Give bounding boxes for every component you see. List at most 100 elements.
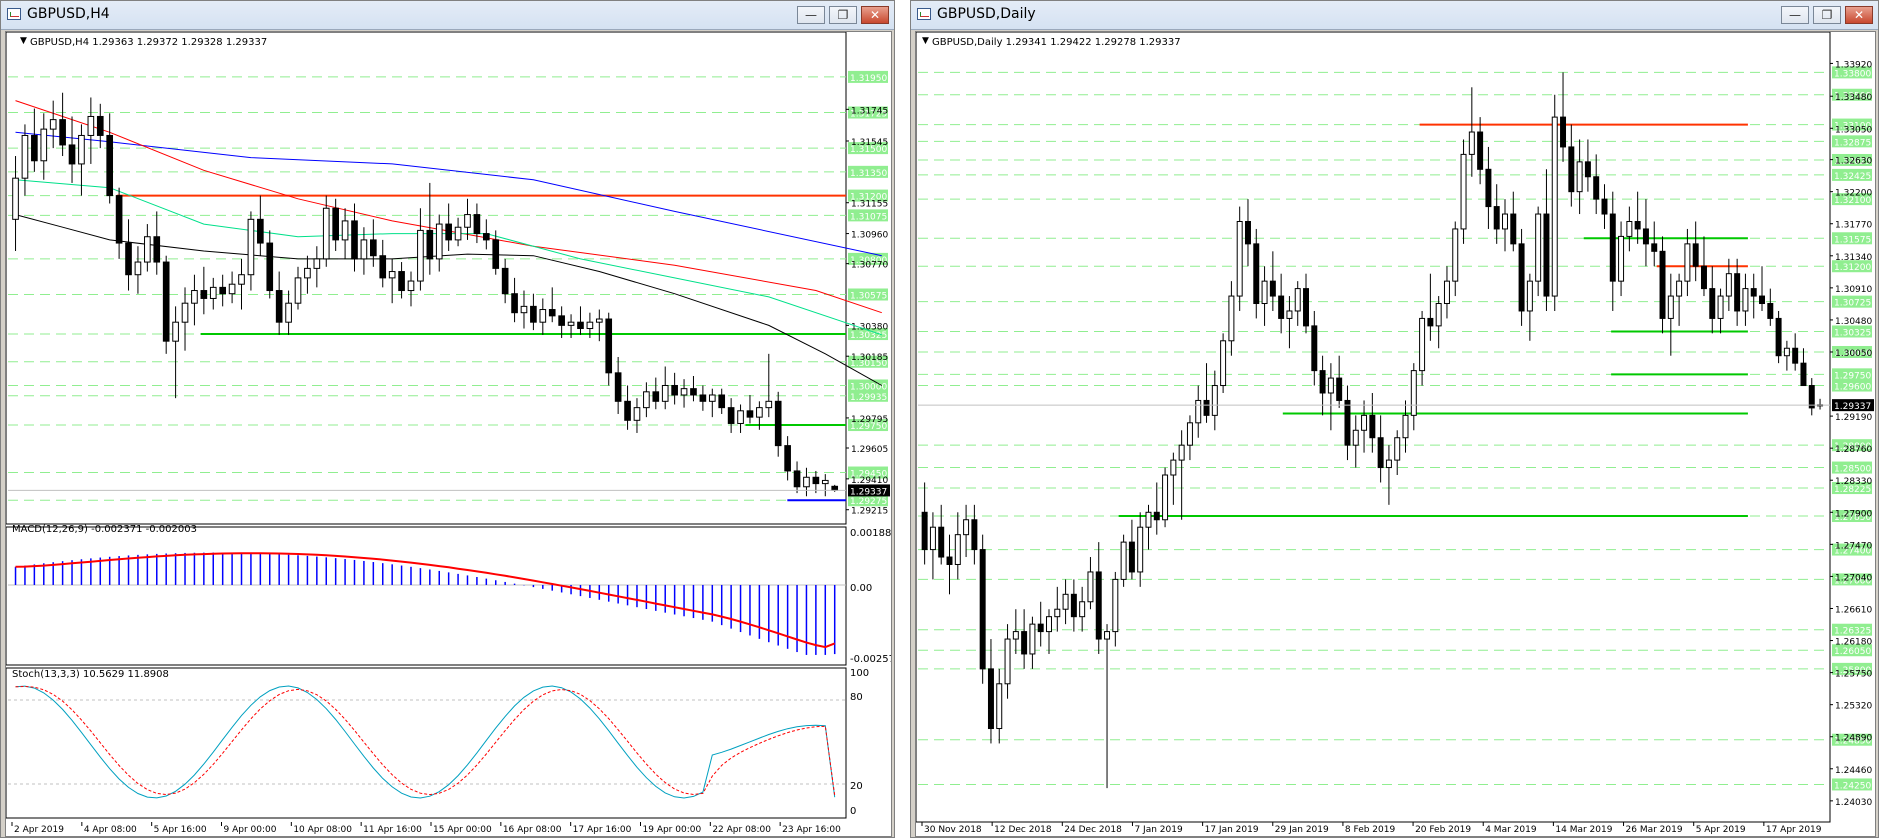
candle-body: [1195, 399, 1202, 424]
level-label: 1.32875: [1834, 138, 1871, 148]
chart-window-icon: [917, 8, 931, 20]
daily-window-titlebar[interactable]: GBPUSD,Daily — ❐ ✕: [911, 1, 1878, 30]
x-axis-label: 5 Apr 16:00: [154, 825, 207, 835]
x-axis-label: 29 Jan 2019: [1275, 825, 1329, 835]
stoch-header: Stoch(13,3,3) 10.5629 11.8908: [12, 669, 169, 680]
candle-body: [426, 229, 434, 260]
price-tick-label: 1.29605: [851, 445, 888, 455]
minimize-button[interactable]: —: [797, 6, 825, 24]
candle-body: [1120, 541, 1127, 580]
candle-body: [774, 400, 782, 447]
level-label: 1.29600: [1834, 383, 1871, 393]
chart-window-icon: [7, 8, 21, 20]
candle-body: [87, 115, 95, 136]
price-tick-label: 1.32200: [1835, 189, 1872, 199]
candle-body: [313, 258, 321, 269]
candle-body: [1518, 243, 1525, 312]
candle-body: [115, 195, 123, 244]
candle-body: [1029, 623, 1036, 655]
close-button[interactable]: ✕: [861, 6, 889, 24]
stoch-axis-0: 0: [850, 806, 856, 817]
price-tick-label: 1.27040: [1835, 573, 1872, 583]
candle-body: [1493, 206, 1500, 230]
candle-body: [1560, 116, 1567, 148]
candle-body: [1452, 228, 1459, 282]
daily-chart-svg[interactable]: ▼ GBPUSD,Daily 1.29341 1.29422 1.29278 1…: [915, 31, 1875, 836]
candle-body: [445, 223, 452, 241]
candle-body: [1211, 385, 1218, 416]
macd-axis-bottom: -0.002574: [850, 654, 891, 665]
candle-body: [1468, 131, 1475, 155]
candle-body: [1435, 303, 1442, 327]
price-tick-label: 1.31770: [1835, 221, 1872, 231]
x-axis-label: 17 Jan 2019: [1205, 825, 1259, 835]
candle-body: [1170, 459, 1177, 476]
level-label: 1.31950: [850, 74, 887, 84]
candle-body: [1352, 429, 1359, 446]
price-tick-label: 1.29190: [1835, 413, 1872, 423]
candle-body: [21, 134, 29, 179]
x-axis-label: 7 Jan 2019: [1134, 825, 1182, 835]
price-tick-label: 1.27470: [1835, 541, 1872, 551]
candle-body: [1692, 243, 1699, 267]
candle-body: [671, 384, 678, 396]
level-label: 1.30725: [1834, 299, 1871, 309]
candle-body: [200, 290, 208, 299]
minimize-button[interactable]: —: [1781, 6, 1809, 24]
candle-body: [1269, 280, 1276, 297]
candle-body: [1336, 377, 1343, 401]
restore-button[interactable]: ❐: [829, 6, 857, 24]
candle-body: [1319, 370, 1326, 394]
candle-body: [144, 236, 151, 263]
candle-body: [501, 267, 509, 295]
candle-body: [605, 318, 613, 374]
price-tick-label: 1.31340: [1835, 253, 1872, 263]
candle-body: [921, 511, 928, 551]
candle-body: [793, 470, 801, 488]
h4-collapse-icon[interactable]: ▼: [20, 36, 27, 46]
close-button[interactable]: ✕: [1845, 6, 1873, 24]
candle-body: [435, 223, 443, 260]
candle-body: [1203, 399, 1210, 416]
candle-body: [1543, 213, 1550, 297]
x-axis-label: 10 Apr 08:00: [293, 825, 352, 835]
restore-button[interactable]: ❐: [1813, 6, 1841, 24]
candle-body: [765, 400, 773, 409]
candle-body: [492, 239, 500, 269]
candle-body: [558, 315, 565, 326]
candle-body: [548, 309, 556, 317]
candle-body: [1361, 414, 1368, 431]
candle-body: [1419, 317, 1426, 372]
candle-body: [1294, 288, 1301, 312]
candle-body: [1808, 385, 1815, 409]
h4-chart-area[interactable]: ▼ GBPUSD,H4 1.29363 1.29372 1.29328 1.29…: [5, 31, 901, 837]
h4-chart-svg[interactable]: ▼ GBPUSD,H4 1.29363 1.29372 1.29328 1.29…: [5, 31, 901, 836]
candle-body: [987, 668, 994, 730]
current-price-label: 1.29337: [850, 487, 887, 497]
candle-body: [238, 274, 245, 285]
candle-body: [1526, 280, 1533, 312]
candle-body: [1717, 295, 1724, 319]
candle-body: [946, 556, 953, 565]
candle-body: [1012, 631, 1019, 640]
candle-body: [1783, 347, 1790, 357]
daily-chart-area[interactable]: ▼ GBPUSD,Daily 1.29341 1.29422 1.29278 1…: [915, 31, 1876, 837]
stoch-main-line: [15, 685, 836, 799]
price-tick-label: 1.25750: [1835, 670, 1872, 680]
price-tick-label: 1.31745: [851, 106, 888, 116]
h4-window-title: GBPUSD,H4: [27, 6, 110, 22]
candle-body: [181, 302, 189, 323]
candle-body: [624, 400, 631, 421]
h4-window-titlebar[interactable]: GBPUSD,H4 — ❐ ✕: [1, 1, 894, 30]
candle-body: [1104, 631, 1111, 640]
level-label: 1.28500: [1834, 465, 1871, 475]
candle-body: [1742, 288, 1749, 312]
price-tick-label: 1.29215: [851, 507, 888, 517]
candle-body: [134, 261, 142, 276]
candle-body: [614, 372, 622, 402]
candle-body: [68, 144, 76, 165]
h4-chart-window: GBPUSD,H4 — ❐ ✕ ▼ GBPUSD,H4 1.29363 1.29…: [0, 0, 901, 838]
candle-body: [1162, 474, 1169, 521]
candle-body: [727, 407, 735, 424]
daily-collapse-icon[interactable]: ▼: [922, 36, 929, 46]
